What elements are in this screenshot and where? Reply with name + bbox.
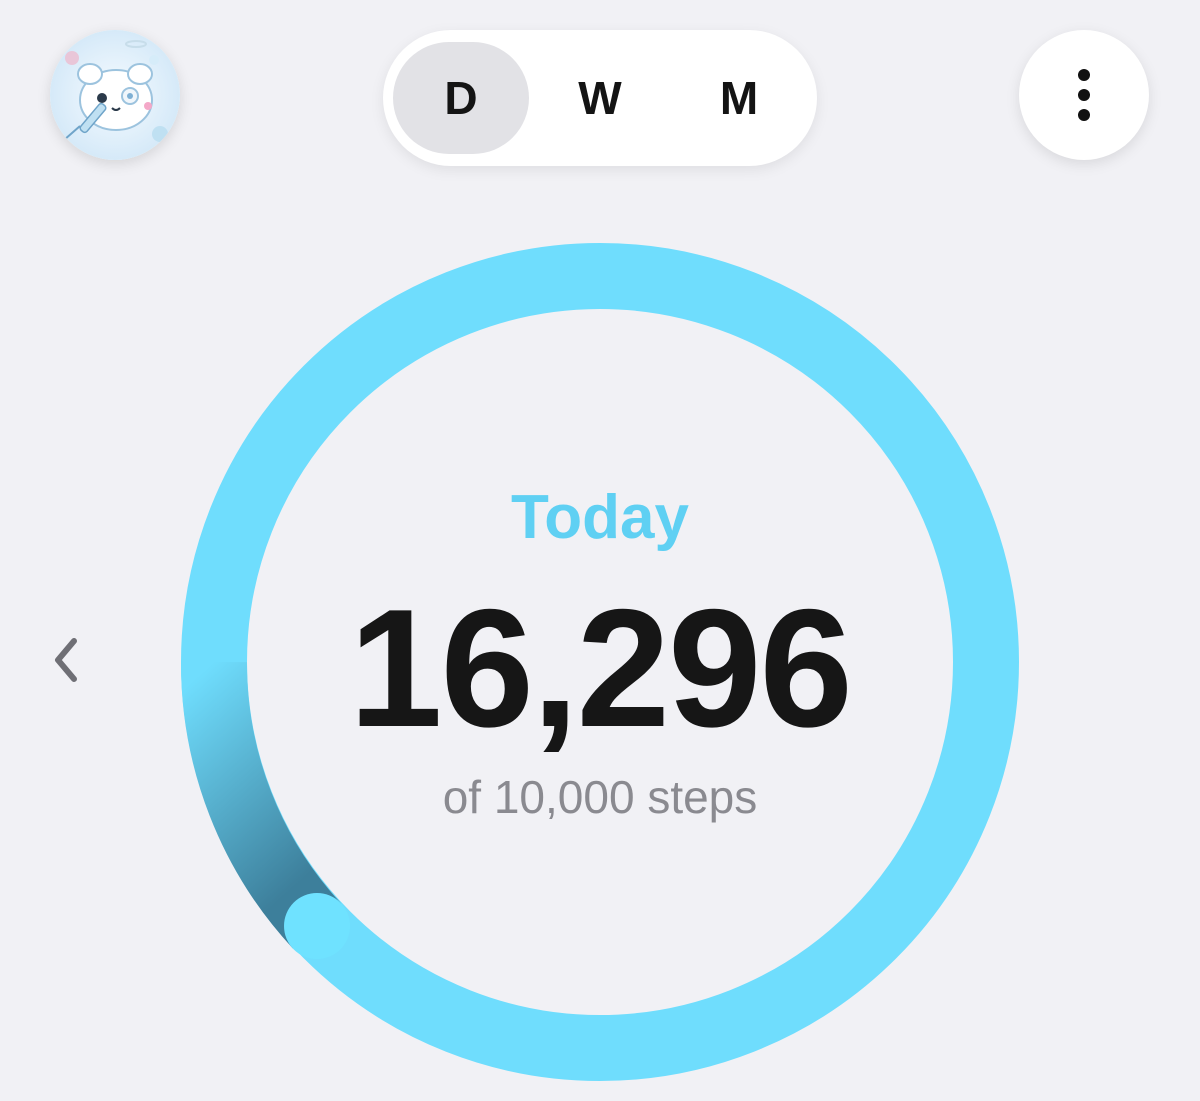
avatar-illustration [50, 30, 180, 160]
tab-week[interactable]: W [532, 42, 668, 154]
steps-count: 16,296 [349, 574, 853, 762]
steps-summary: Today 16,296 of 10,000 steps [180, 242, 1020, 1082]
previous-day-button[interactable] [40, 630, 90, 690]
tab-day[interactable]: D [393, 42, 529, 154]
tab-month[interactable]: M [671, 42, 807, 154]
more-vertical-icon [1078, 69, 1090, 121]
steps-goal: of 10,000 steps [442, 771, 758, 823]
more-options-button[interactable] [1019, 30, 1149, 160]
steps-screen: D W M Today 16,296 of 10,000 steps [0, 0, 1200, 1101]
chevron-left-icon [55, 638, 77, 682]
range-switch: D W M [383, 30, 817, 166]
period-label: Today [511, 483, 689, 552]
profile-avatar[interactable] [50, 30, 180, 160]
steps-progress-ring: Today 16,296 of 10,000 steps [180, 242, 1020, 1082]
